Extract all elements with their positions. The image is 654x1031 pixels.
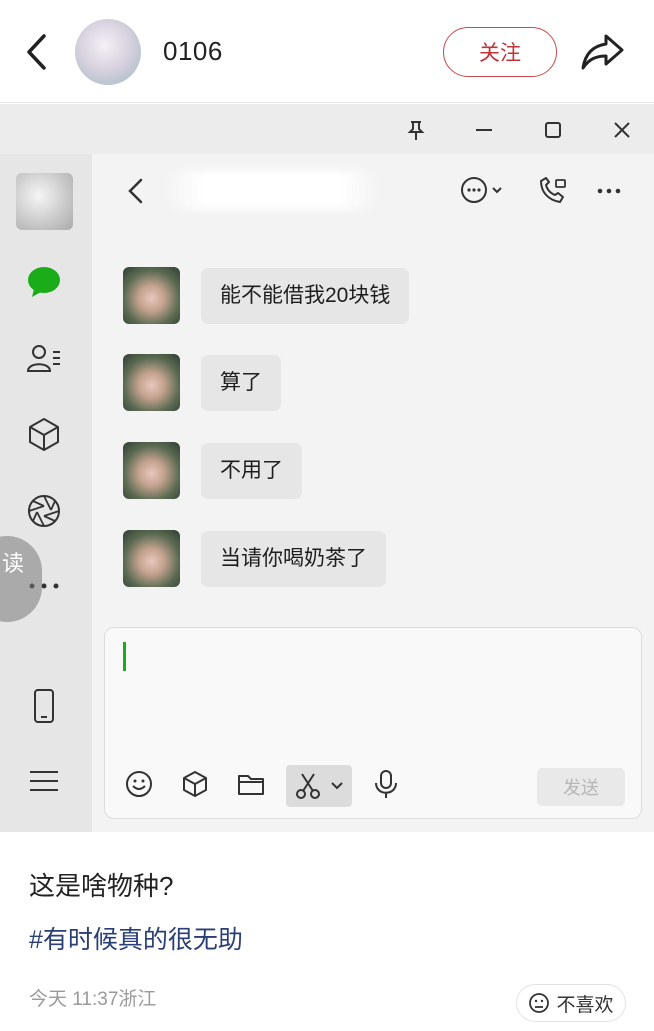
sticker-cube-icon[interactable]: [179, 768, 211, 800]
close-icon[interactable]: [608, 116, 636, 144]
pin-icon[interactable]: [402, 116, 430, 144]
sender-avatar[interactable]: [123, 530, 180, 587]
frown-face-icon: [529, 993, 550, 1013]
sender-avatar[interactable]: [123, 267, 180, 324]
chat-options-icon[interactable]: [460, 176, 504, 206]
emoji-icon[interactable]: [123, 768, 155, 800]
contacts-icon[interactable]: [26, 341, 62, 377]
screenshot-tool-button[interactable]: [286, 765, 352, 807]
floating-badge-text: 读: [2, 552, 25, 577]
share-arrow-icon: [581, 34, 624, 70]
chevron-down-icon: [331, 782, 343, 790]
sender-avatar[interactable]: [123, 354, 180, 411]
phone-icon[interactable]: [26, 688, 62, 724]
folder-icon[interactable]: [235, 768, 267, 800]
app-header: 0106 关注: [0, 0, 654, 103]
dislike-label: 不喜欢: [556, 994, 614, 1016]
post-hashtag[interactable]: #有时候真的很无助: [29, 920, 243, 956]
follow-button[interactable]: 关注: [443, 27, 557, 77]
message-bubble[interactable]: 能不能借我20块钱: [201, 268, 410, 324]
post-title: 这是啥物种?: [29, 871, 174, 901]
window-title-bar: [0, 104, 654, 154]
back-button[interactable]: [22, 32, 52, 72]
cube-icon[interactable]: [26, 416, 62, 452]
dislike-button[interactable]: 不喜欢: [516, 984, 626, 1022]
message-bubble[interactable]: 算了: [201, 355, 281, 411]
menu-icon[interactable]: [26, 763, 62, 799]
send-button[interactable]: 发送: [537, 768, 625, 806]
scissors-icon: [296, 773, 320, 799]
chevron-left-icon: [27, 34, 46, 70]
author-name[interactable]: 0106: [163, 36, 223, 67]
chat-more-icon[interactable]: [590, 176, 634, 206]
chat-back-icon[interactable]: [124, 176, 148, 206]
text-caret: [123, 642, 126, 671]
message-bubble[interactable]: 当请你喝奶茶了: [201, 531, 386, 587]
microphone-icon[interactable]: [370, 768, 402, 800]
video-call-icon[interactable]: [536, 176, 580, 206]
message-bubble[interactable]: 不用了: [201, 443, 302, 499]
sender-avatar[interactable]: [123, 442, 180, 499]
maximize-icon[interactable]: [539, 116, 567, 144]
redacted-contact-name: [162, 170, 382, 210]
chat-bubble-icon[interactable]: [26, 264, 62, 300]
sidebar-avatar[interactable]: [16, 173, 73, 230]
share-button[interactable]: [578, 30, 626, 74]
post-meta: 今天 11:37浙江: [29, 989, 157, 1010]
author-avatar[interactable]: [75, 19, 141, 85]
shutter-icon[interactable]: [26, 493, 62, 529]
minimize-icon[interactable]: [470, 116, 498, 144]
